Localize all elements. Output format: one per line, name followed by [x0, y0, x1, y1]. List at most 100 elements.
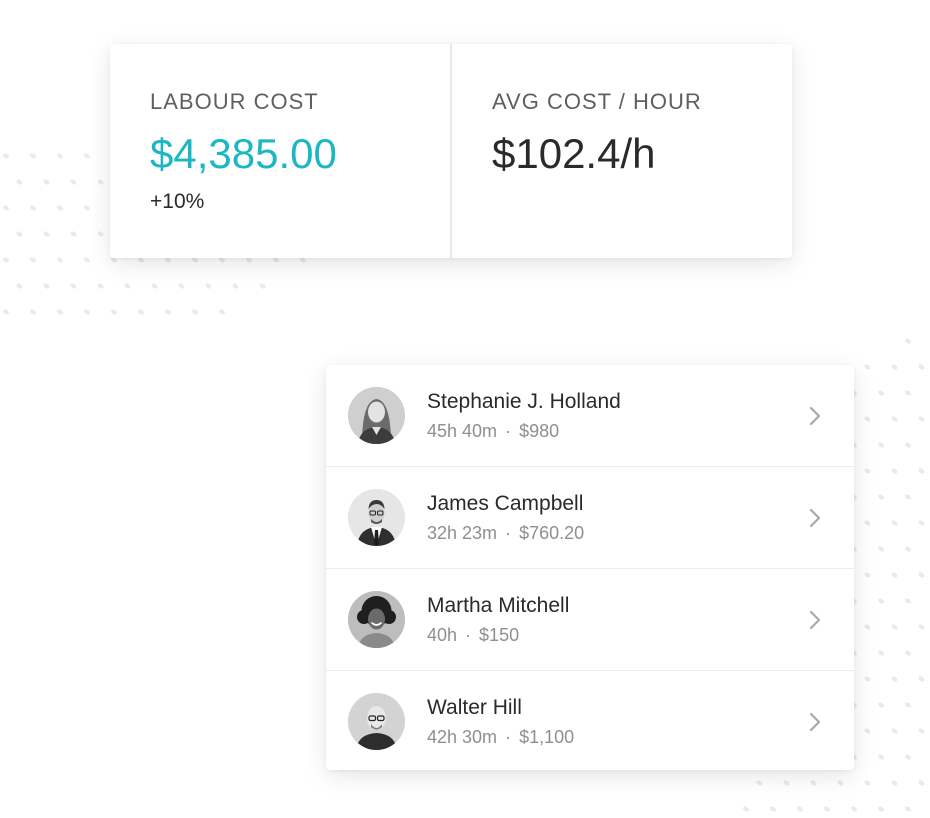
- employee-row[interactable]: Martha Mitchell 40h · $150: [326, 568, 854, 670]
- decorative-dot: [97, 231, 104, 237]
- decorative-dot: [864, 364, 871, 370]
- employee-hours: 42h 30m: [427, 727, 498, 747]
- decorative-dot: [219, 309, 225, 315]
- employee-cost: $760.20: [519, 523, 585, 543]
- decorative-dot: [810, 780, 817, 786]
- decorative-dot: [905, 754, 911, 760]
- decorative-dot: [16, 231, 23, 237]
- decorative-dot: [824, 806, 830, 812]
- decorative-dot: [918, 780, 925, 786]
- decorative-dot: [864, 676, 871, 682]
- decorative-dot: [878, 702, 884, 708]
- stat-value: $102.4/h: [492, 130, 656, 177]
- meta-separator: ·: [505, 421, 512, 441]
- decorative-dot: [70, 179, 77, 185]
- decorative-dot: [70, 283, 77, 289]
- decorative-dot: [891, 468, 898, 474]
- decorative-dot: [905, 338, 911, 344]
- decorative-dot: [30, 153, 36, 159]
- decorative-dot: [891, 572, 898, 578]
- row-text: James Campbell 32h 23m · $760.20: [427, 491, 584, 544]
- decorative-dot: [918, 416, 925, 422]
- stat-label: AVG COST / HOUR: [492, 89, 702, 114]
- decorative-dot: [3, 309, 9, 315]
- decorative-dot: [797, 806, 803, 812]
- decorative-dot: [783, 780, 790, 786]
- decorative-dot: [151, 283, 158, 289]
- decorative-dot: [918, 624, 925, 630]
- decorative-dot: [3, 205, 9, 211]
- decorative-dot: [43, 231, 50, 237]
- decorative-dot: [891, 416, 898, 422]
- decorative-dot: [178, 283, 185, 289]
- chevron-right-icon[interactable]: [806, 711, 824, 733]
- decorative-dot: [57, 257, 63, 263]
- decorative-dot: [918, 364, 925, 370]
- meta-separator: ·: [505, 727, 512, 747]
- chevron-right-icon[interactable]: [806, 507, 824, 529]
- decorative-dot: [878, 494, 884, 500]
- avatar: [348, 489, 405, 546]
- stat-change: +10%: [150, 190, 205, 213]
- decorative-dot: [43, 283, 50, 289]
- chevron-right-icon[interactable]: [806, 405, 824, 427]
- decorative-dot: [43, 179, 50, 185]
- meta-separator: ·: [505, 523, 512, 543]
- decorative-dot: [905, 806, 911, 812]
- decorative-dot: [165, 309, 171, 315]
- labour-cost-stat: LABOUR COST $4,385.00 +10%: [110, 44, 450, 258]
- decorative-dot: [878, 650, 884, 656]
- employee-hours: 32h 23m: [427, 523, 498, 543]
- decorative-dot: [891, 520, 898, 526]
- decorative-dot: [891, 364, 898, 370]
- decorative-dot: [891, 780, 898, 786]
- decorative-dot: [57, 205, 63, 211]
- decorative-dot: [205, 283, 212, 289]
- avg-cost-stat: AVG COST / HOUR $102.4/h: [450, 44, 792, 258]
- decorative-dot: [878, 754, 884, 760]
- decorative-dot: [905, 702, 911, 708]
- decorative-dot: [878, 546, 884, 552]
- decorative-dot: [864, 468, 871, 474]
- chevron-right-icon[interactable]: [806, 609, 824, 631]
- employee-name: Walter Hill: [427, 696, 522, 719]
- decorative-dot: [837, 780, 844, 786]
- employee-hours: 45h 40m: [427, 421, 498, 441]
- employee-hours: 40h: [427, 625, 458, 645]
- decorative-dot: [878, 598, 884, 604]
- decorative-dot: [124, 283, 131, 289]
- decorative-dot: [918, 520, 925, 526]
- decorative-dot: [905, 598, 911, 604]
- decorative-dot: [905, 494, 911, 500]
- decorative-dot: [878, 442, 884, 448]
- employee-meta: 45h 40m · $980: [427, 420, 621, 442]
- decorative-dot: [30, 205, 36, 211]
- employee-row[interactable]: James Campbell 32h 23m · $760.20: [326, 466, 854, 568]
- decorative-dot: [57, 309, 63, 315]
- decorative-dot: [3, 257, 9, 263]
- decorative-dot: [30, 309, 36, 315]
- avatar: [348, 693, 405, 750]
- employee-row[interactable]: Walter Hill 42h 30m · $1,100: [326, 670, 854, 770]
- decorative-dot: [743, 806, 749, 812]
- decorative-dot: [918, 468, 925, 474]
- row-text: Stephanie J. Holland 45h 40m · $980: [427, 389, 621, 442]
- decorative-dot: [905, 442, 911, 448]
- decorative-dot: [756, 780, 763, 786]
- decorative-dot: [905, 546, 911, 552]
- decorative-dot: [97, 283, 104, 289]
- decorative-dot: [864, 520, 871, 526]
- decorative-dot: [30, 257, 36, 263]
- decorative-dot: [84, 153, 90, 159]
- employee-name: Stephanie J. Holland: [427, 390, 621, 413]
- avatar-man-bald-glasses-icon: [348, 693, 405, 750]
- row-text: Walter Hill 42h 30m · $1,100: [427, 695, 574, 748]
- employee-row[interactable]: Stephanie J. Holland 45h 40m · $980: [326, 365, 854, 466]
- decorative-dot: [864, 572, 871, 578]
- decorative-dot: [905, 390, 911, 396]
- decorative-dot: [851, 806, 857, 812]
- employee-name: Martha Mitchell: [427, 594, 570, 617]
- meta-separator: ·: [465, 625, 472, 645]
- decorative-dot: [232, 283, 239, 289]
- decorative-dot: [918, 728, 925, 734]
